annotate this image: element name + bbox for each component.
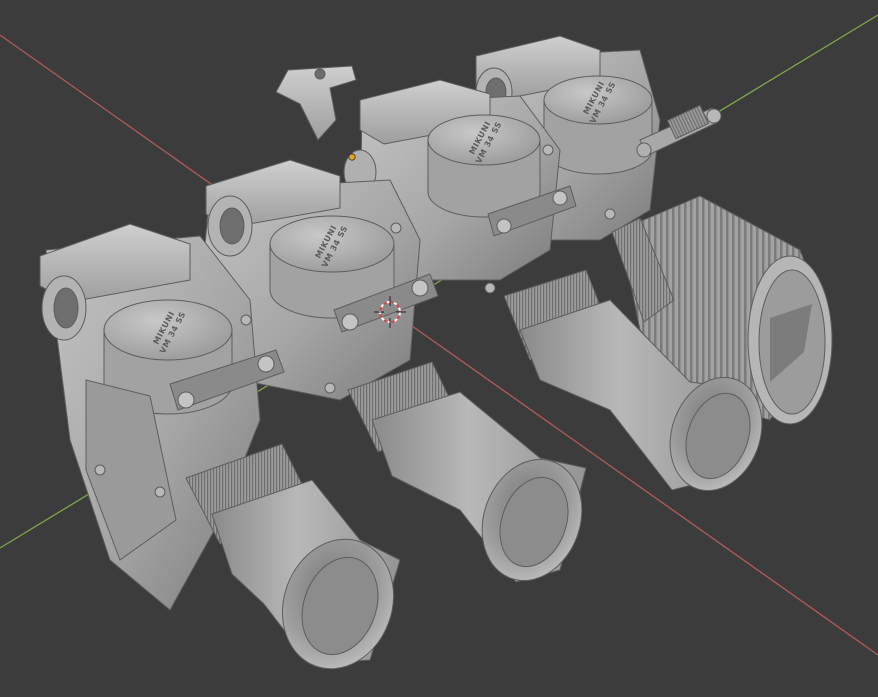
object-origin-marker[interactable] — [348, 153, 356, 161]
3d-viewport[interactable]: MIKUNI VM 34 SS MIKUNI VM 34 SS MIKUNI V… — [0, 0, 878, 697]
velocity-stack-1 — [185, 443, 401, 670]
carburetor-model[interactable] — [39, 35, 833, 684]
viewport-canvas[interactable]: MIKUNI VM 34 SS MIKUNI VM 34 SS MIKUNI V… — [0, 0, 878, 697]
